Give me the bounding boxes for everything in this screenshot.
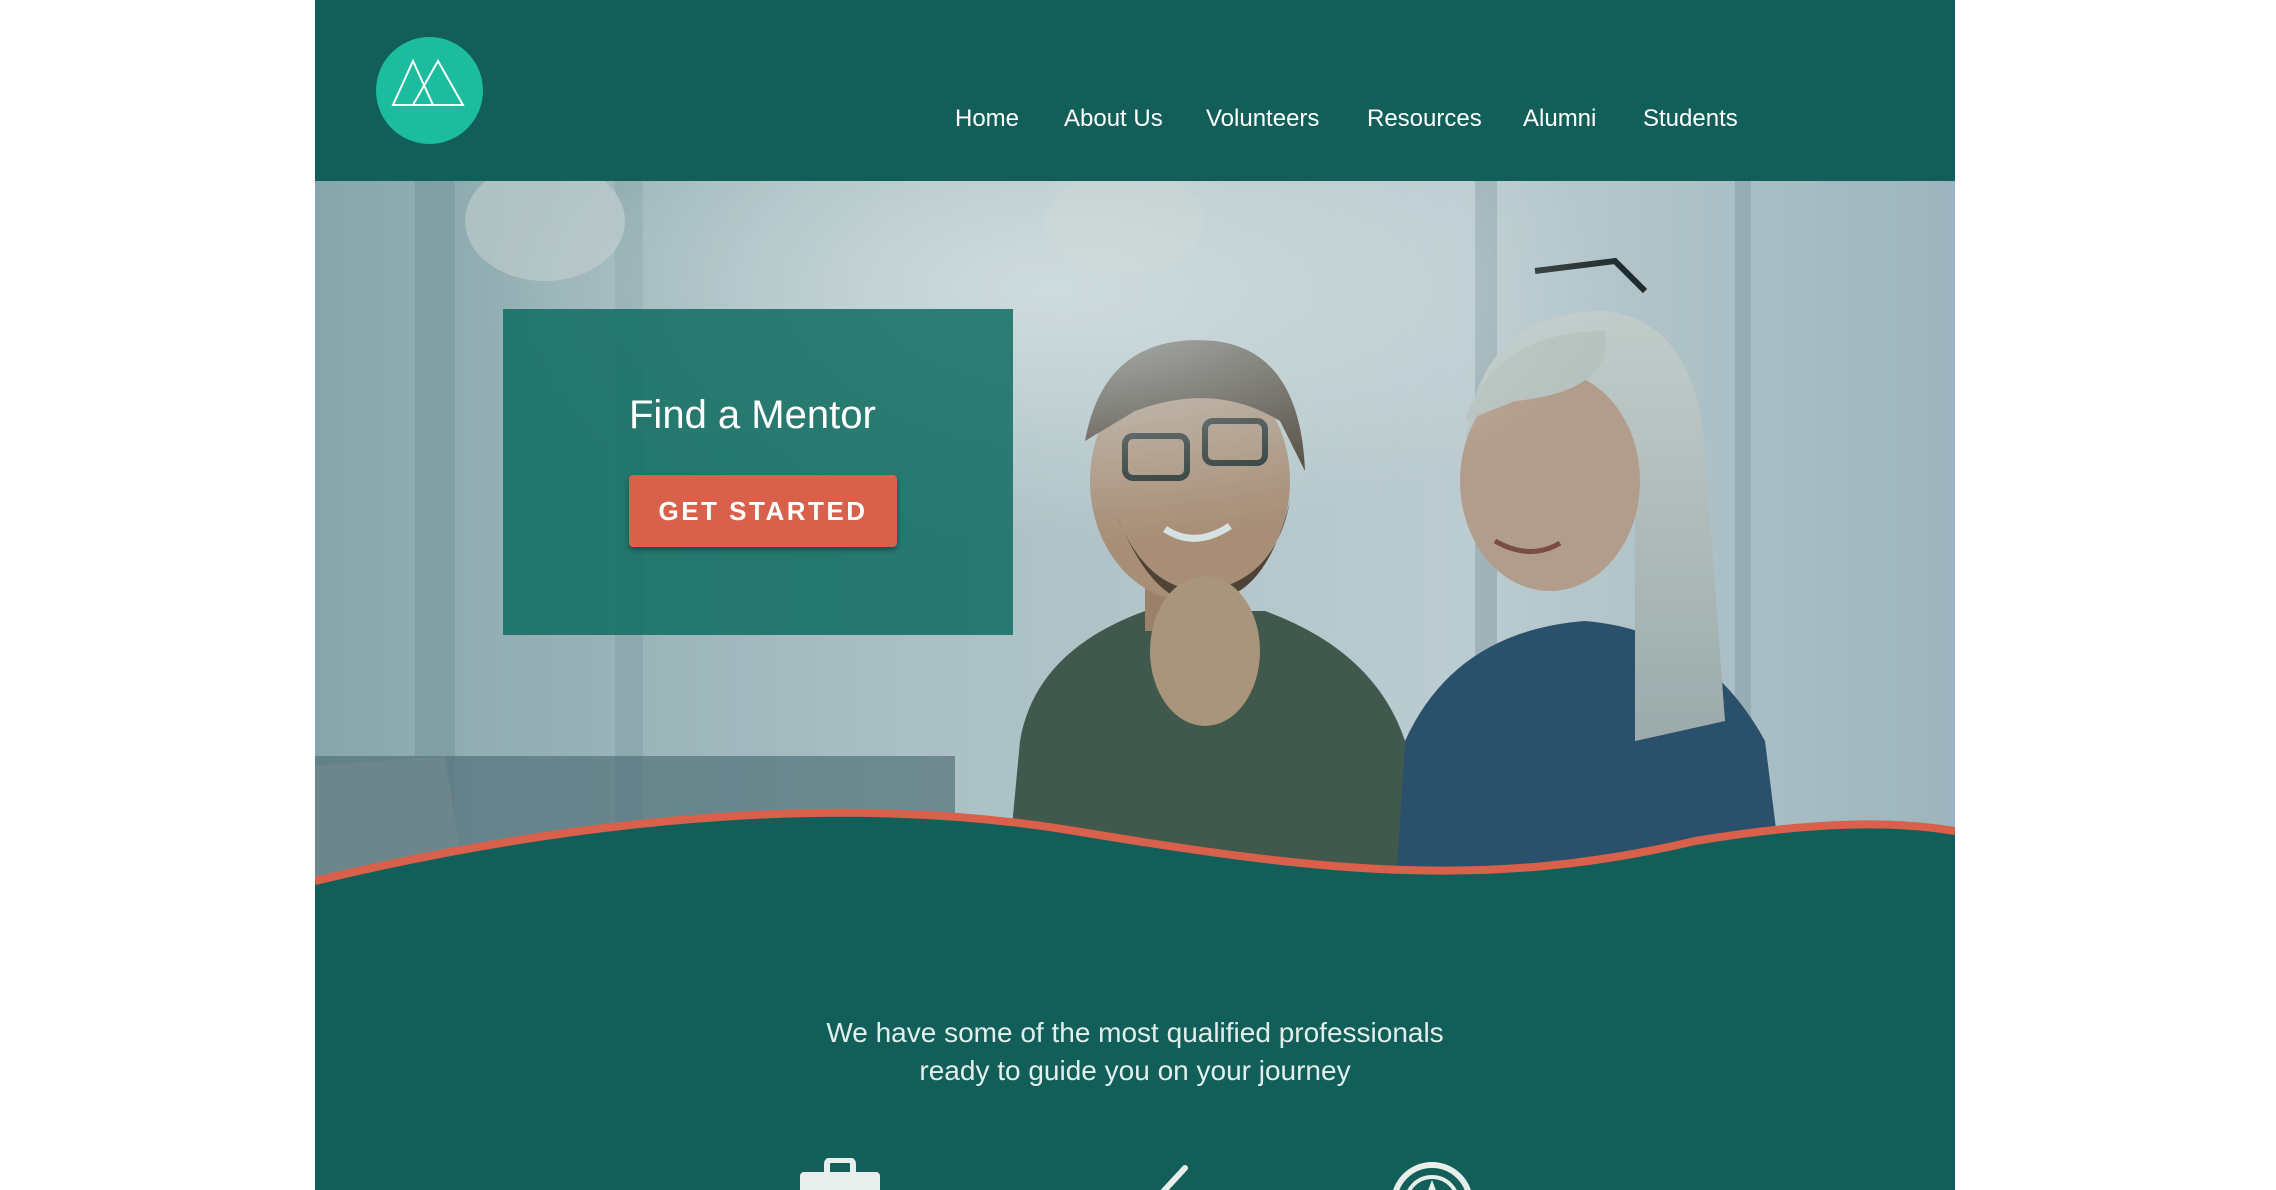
nav-about-us[interactable]: About Us: [1064, 104, 1163, 134]
intro-line-1: We have some of the most qualified profe…: [826, 1017, 1444, 1048]
nav-home[interactable]: Home: [955, 104, 1019, 134]
nav-resources[interactable]: Resources: [1367, 104, 1482, 134]
nav-volunteers[interactable]: Volunteers: [1206, 104, 1319, 134]
page: Home About Us Volunteers Resources Alumn…: [315, 0, 1955, 1190]
briefcase-icon: [800, 1158, 880, 1190]
nav-alumni[interactable]: Alumni: [1523, 104, 1596, 134]
nav-students[interactable]: Students: [1643, 104, 1738, 134]
intro-line-2: ready to guide you on your journey: [919, 1055, 1351, 1086]
compass-icon: [1393, 1162, 1471, 1190]
checkmark-icon: [1160, 1165, 1188, 1190]
main-nav: Home About Us Volunteers Resources Alumn…: [315, 104, 1955, 134]
hero: Find a Mentor GET STARTED: [315, 181, 1955, 901]
site-header: Home About Us Volunteers Resources Alumn…: [315, 0, 1955, 181]
intro-text: We have some of the most qualified profe…: [315, 1014, 1955, 1090]
hero-wave-divider: [315, 808, 1955, 901]
